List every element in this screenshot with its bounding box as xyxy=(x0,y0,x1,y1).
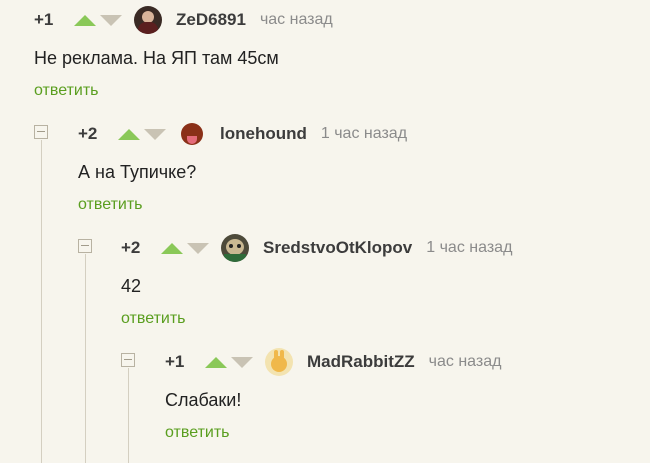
avatar[interactable] xyxy=(265,348,293,376)
comment-rating: +1 xyxy=(165,352,185,371)
reply-link[interactable]: ответить xyxy=(121,310,186,328)
comment-header: +2 lonehound 1 час назад xyxy=(78,118,407,150)
timestamp[interactable]: 1 час назад xyxy=(321,125,407,143)
comment-header: +1 ZeD6891 час назад xyxy=(34,4,333,36)
avatar[interactable] xyxy=(221,234,249,262)
comment-rating: +1 xyxy=(34,10,54,29)
thread-line xyxy=(128,368,129,463)
upvote-icon[interactable] xyxy=(161,242,183,254)
reply-link[interactable]: ответить xyxy=(78,196,143,214)
username[interactable]: MadRabbitZZ xyxy=(307,352,415,372)
avatar[interactable] xyxy=(178,120,206,148)
timestamp[interactable]: 1 час назад xyxy=(426,239,512,257)
comment-rating: +2 xyxy=(78,124,98,143)
comment-header: +1 MadRabbitZZ час назад xyxy=(165,346,501,378)
reply-link[interactable]: ответить xyxy=(165,424,230,442)
thread-line xyxy=(85,254,86,463)
comment-text: Слабаки! xyxy=(165,390,242,410)
downvote-icon[interactable] xyxy=(231,356,253,368)
reply-link[interactable]: ответить xyxy=(34,82,99,100)
comment-text: Не реклама. На ЯП там 45см xyxy=(34,48,279,68)
collapse-icon[interactable] xyxy=(121,353,135,367)
timestamp[interactable]: час назад xyxy=(260,11,333,29)
downvote-icon[interactable] xyxy=(100,14,122,26)
username[interactable]: SredstvoOtKlopov xyxy=(263,238,412,258)
upvote-icon[interactable] xyxy=(74,14,96,26)
collapse-icon[interactable] xyxy=(34,125,48,139)
timestamp[interactable]: час назад xyxy=(429,353,502,371)
downvote-icon[interactable] xyxy=(144,128,166,140)
comment-text: А на Тупичке? xyxy=(78,162,197,182)
username[interactable]: lonehound xyxy=(220,124,307,144)
downvote-icon[interactable] xyxy=(187,242,209,254)
collapse-icon[interactable] xyxy=(78,239,92,253)
comment-rating: +2 xyxy=(121,238,141,257)
comment-header: +2 SredstvoOtKlopov 1 час назад xyxy=(121,232,512,264)
thread-line xyxy=(41,140,42,463)
upvote-icon[interactable] xyxy=(118,128,140,140)
comment-text: 42 xyxy=(121,276,142,296)
avatar[interactable] xyxy=(134,6,162,34)
upvote-icon[interactable] xyxy=(205,356,227,368)
username[interactable]: ZeD6891 xyxy=(176,10,246,30)
